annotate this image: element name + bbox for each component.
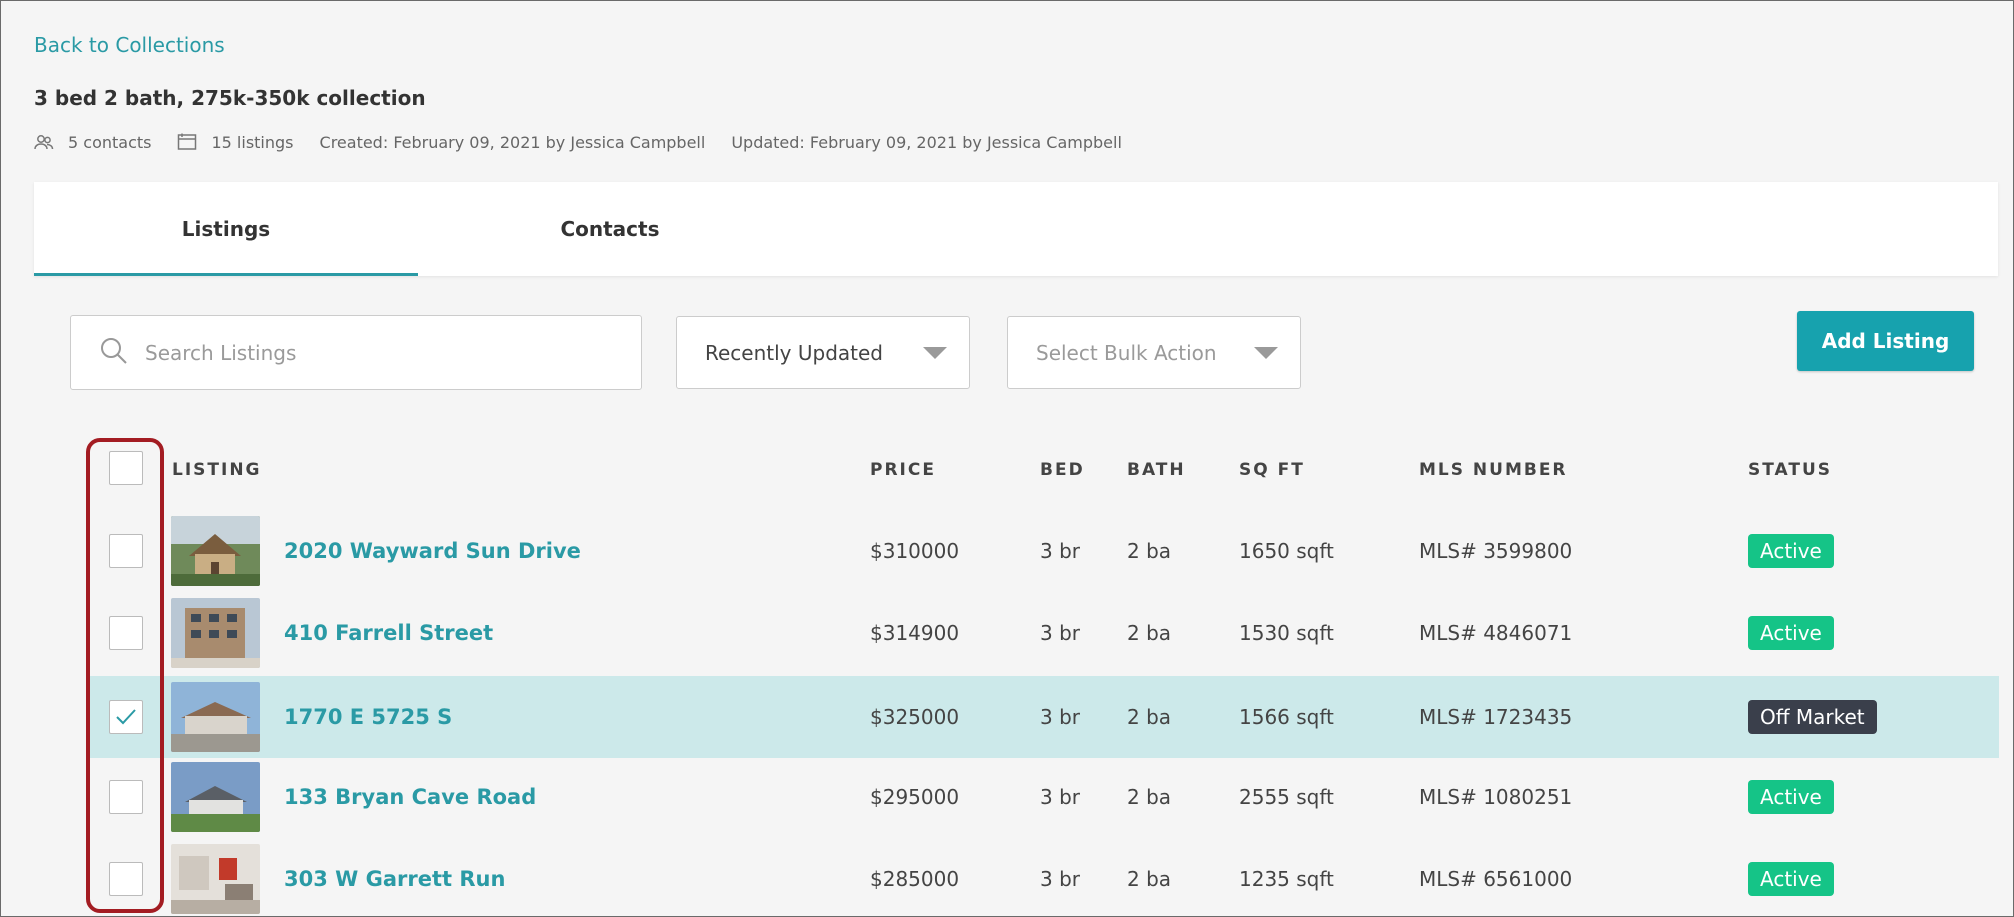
status-badge: Active: [1748, 780, 1834, 814]
listing-bed: 3 br: [1040, 785, 1080, 809]
listing-address-link[interactable]: 133 Bryan Cave Road: [284, 785, 536, 809]
listing-thumbnail[interactable]: [171, 598, 260, 668]
listings-count-text: 15 listings: [211, 132, 294, 152]
listing-bath: 2 ba: [1127, 539, 1172, 563]
tab-contacts[interactable]: Contacts: [418, 182, 802, 276]
row-checkbox[interactable]: [109, 862, 143, 896]
row-checkbox[interactable]: [109, 534, 143, 568]
listing-address-link[interactable]: 303 W Garrett Run: [284, 867, 505, 891]
table-row[interactable]: 133 Bryan Cave Road $295000 3 br 2 ba 25…: [87, 756, 1999, 838]
listing-bath: 2 ba: [1127, 785, 1172, 809]
column-header-status[interactable]: STATUS: [1748, 460, 1832, 480]
contacts-count: 5 contacts: [34, 132, 151, 152]
listing-sqft: 1530 sqft: [1239, 621, 1334, 645]
column-header-price[interactable]: PRICE: [870, 460, 936, 480]
listing-sqft: 1566 sqft: [1239, 705, 1334, 729]
listing-thumbnail[interactable]: [171, 516, 260, 586]
listing-thumbnail[interactable]: [171, 762, 260, 832]
listing-price: $285000: [870, 867, 960, 891]
add-listing-button[interactable]: Add Listing: [1797, 311, 1974, 371]
sort-select-value: Recently Updated: [705, 340, 883, 365]
row-checkbox[interactable]: [109, 780, 143, 814]
people-icon: [34, 132, 56, 152]
listing-address-link[interactable]: 2020 Wayward Sun Drive: [284, 539, 581, 563]
select-all-checkbox[interactable]: [109, 451, 143, 485]
listing-sqft: 1235 sqft: [1239, 867, 1334, 891]
listing-price: $310000: [870, 539, 960, 563]
tab-bar: Listings Contacts: [34, 182, 1998, 276]
status-badge: Off Market: [1748, 700, 1877, 734]
listing-price: $325000: [870, 705, 960, 729]
listing-price: $295000: [870, 785, 960, 809]
listing-mls: MLS# 1723435: [1419, 705, 1573, 729]
created-info: Created: February 09, 2021 by Jessica Ca…: [319, 132, 706, 152]
column-header-listing[interactable]: LISTING: [172, 460, 262, 480]
listing-bath: 2 ba: [1127, 621, 1172, 645]
bulk-action-select[interactable]: Select Bulk Action: [1007, 316, 1301, 389]
listing-sqft: 1650 sqft: [1239, 539, 1334, 563]
chevron-down-icon: [923, 346, 947, 359]
listing-sqft: 2555 sqft: [1239, 785, 1334, 809]
listing-address-link[interactable]: 410 Farrell Street: [284, 621, 493, 645]
column-header-bath[interactable]: BATH: [1127, 460, 1186, 480]
listing-mls: MLS# 4846071: [1419, 621, 1573, 645]
listings-count: 15 listings: [177, 132, 294, 152]
tab-listings[interactable]: Listings: [34, 182, 418, 276]
listing-bed: 3 br: [1040, 621, 1080, 645]
collection-meta: 5 contacts 15 listings Created: February…: [34, 132, 1148, 152]
listing-bath: 2 ba: [1127, 705, 1172, 729]
back-to-collections-link[interactable]: Back to Collections: [34, 33, 225, 57]
listing-mls: MLS# 6561000: [1419, 867, 1573, 891]
table-row[interactable]: 1770 E 5725 S $325000 3 br 2 ba 1566 sqf…: [87, 676, 1999, 758]
listing-address-link[interactable]: 1770 E 5725 S: [284, 705, 452, 729]
contacts-count-text: 5 contacts: [68, 132, 152, 152]
column-header-mls-number[interactable]: MLS NUMBER: [1419, 460, 1568, 480]
table-row[interactable]: 410 Farrell Street $314900 3 br 2 ba 153…: [87, 592, 1999, 674]
column-header-sqft[interactable]: SQ FT: [1239, 460, 1305, 480]
listing-bed: 3 br: [1040, 705, 1080, 729]
table-row[interactable]: 2020 Wayward Sun Drive $310000 3 br 2 ba…: [87, 510, 1999, 592]
search-icon: [99, 336, 129, 370]
listing-mls: MLS# 1080251: [1419, 785, 1573, 809]
row-checkbox[interactable]: [109, 616, 143, 650]
listings-icon: [177, 132, 199, 152]
chevron-down-icon: [1254, 346, 1278, 359]
column-header-bed[interactable]: BED: [1040, 460, 1085, 480]
listing-mls: MLS# 3599800: [1419, 539, 1573, 563]
updated-info: Updated: February 09, 2021 by Jessica Ca…: [731, 132, 1122, 152]
listing-bed: 3 br: [1040, 539, 1080, 563]
table-row[interactable]: 303 W Garrett Run $285000 3 br 2 ba 1235…: [87, 838, 1999, 917]
listing-price: $314900: [870, 621, 960, 645]
listing-bath: 2 ba: [1127, 867, 1172, 891]
status-badge: Active: [1748, 616, 1834, 650]
status-badge: Active: [1748, 534, 1834, 568]
checkmark-icon: [116, 709, 136, 725]
listing-thumbnail[interactable]: [171, 844, 260, 914]
page-title: 3 bed 2 bath, 275k-350k collection: [34, 86, 426, 110]
sort-select[interactable]: Recently Updated: [676, 316, 970, 389]
row-checkbox[interactable]: [109, 700, 143, 734]
search-box[interactable]: [70, 315, 642, 390]
listing-thumbnail[interactable]: [171, 682, 260, 752]
status-badge: Active: [1748, 862, 1834, 896]
bulk-action-placeholder: Select Bulk Action: [1036, 340, 1217, 365]
listing-bed: 3 br: [1040, 867, 1080, 891]
search-input[interactable]: [145, 340, 605, 365]
